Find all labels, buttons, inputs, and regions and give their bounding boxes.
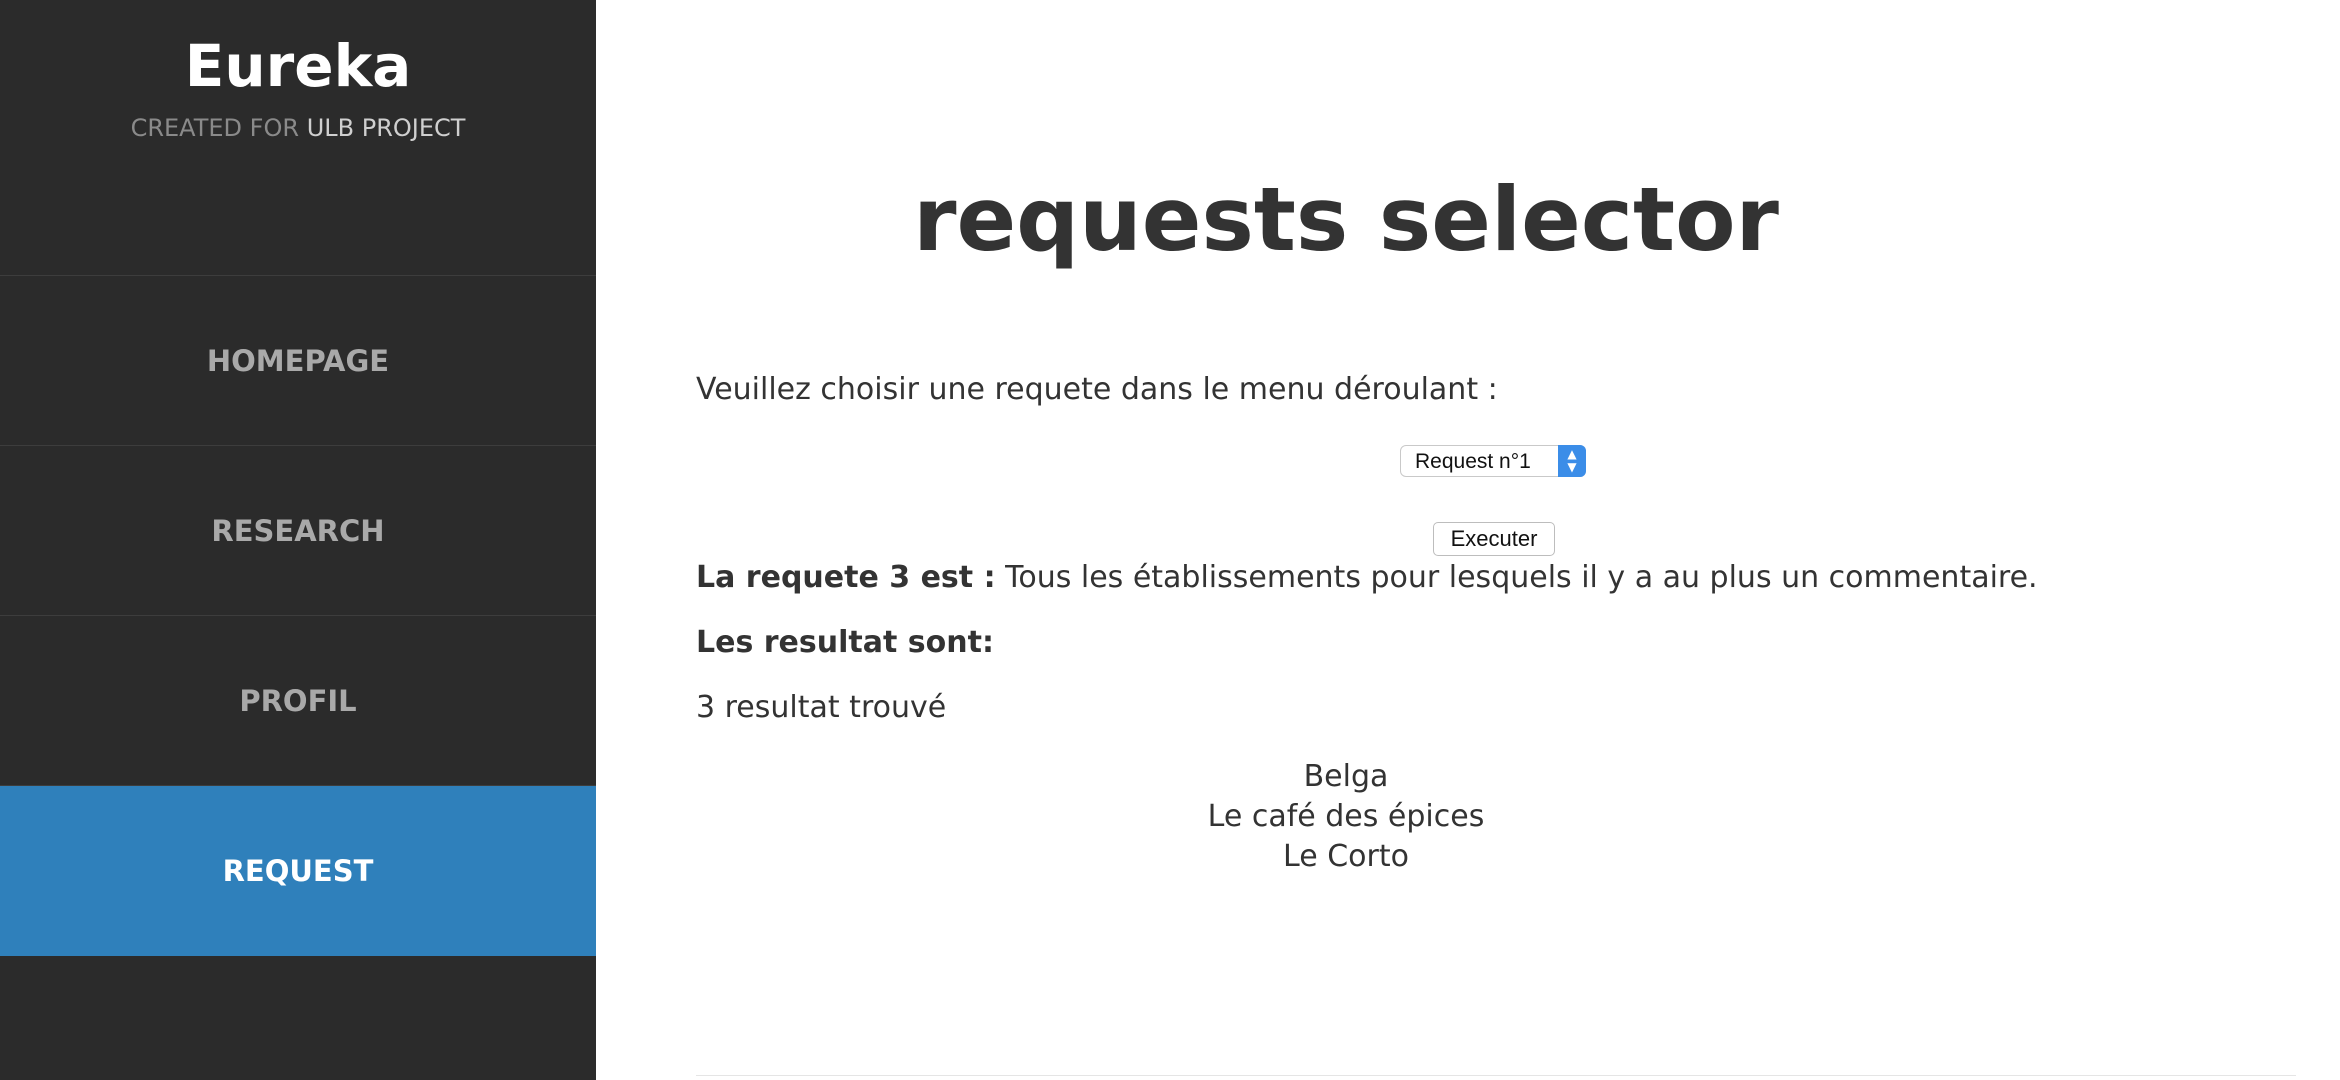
brand-subtitle-prefix: CREATED FOR xyxy=(130,114,300,142)
sidebar-item-homepage[interactable]: HOMEPAGE xyxy=(0,276,596,446)
brand-title[interactable]: Eureka xyxy=(0,30,596,102)
select-updown-icon: ▲ ▼ xyxy=(1558,445,1586,477)
sidebar: Eureka CREATED FOR ULB PROJECT HOMEPAGE … xyxy=(0,0,596,1080)
footer-divider xyxy=(696,1075,2296,1076)
sidebar-item-request[interactable]: REQUEST xyxy=(0,786,596,956)
list-item: Le café des épices xyxy=(1207,799,1485,834)
brand-subtitle: CREATED FOR ULB PROJECT xyxy=(0,114,596,142)
execute-button[interactable]: Executer xyxy=(1433,522,1555,556)
list-item: Le Corto xyxy=(1283,839,1409,874)
page-title: requests selector xyxy=(913,168,1779,271)
list-item: Belga xyxy=(1303,759,1389,794)
sidebar-nav: HOMEPAGE RESEARCH PROFIL REQUEST xyxy=(0,275,596,956)
results-heading: Les resultat sont: xyxy=(696,625,994,660)
query-description: La requete 3 est : Tous les établissemen… xyxy=(696,560,2038,595)
sidebar-item-research[interactable]: RESEARCH xyxy=(0,446,596,616)
request-select[interactable]: Request n°1 ▲ ▼ xyxy=(1400,445,1586,477)
sidebar-item-profil[interactable]: PROFIL xyxy=(0,616,596,786)
main-content: requests selector Veuillez choisir une r… xyxy=(596,0,2340,1080)
request-select-value: Request n°1 xyxy=(1415,450,1531,473)
query-text: Tous les établissements pour lesquels il… xyxy=(1005,560,2038,595)
brand: Eureka CREATED FOR ULB PROJECT xyxy=(0,0,596,275)
select-prompt: Veuillez choisir une requete dans le men… xyxy=(696,372,1498,407)
results-count: 3 resultat trouvé xyxy=(696,690,947,725)
results-list: Belga Le café des épices Le Corto xyxy=(596,757,2096,877)
brand-subtitle-highlight: ULB PROJECT xyxy=(306,114,466,142)
query-label: La requete 3 est : xyxy=(696,560,996,595)
